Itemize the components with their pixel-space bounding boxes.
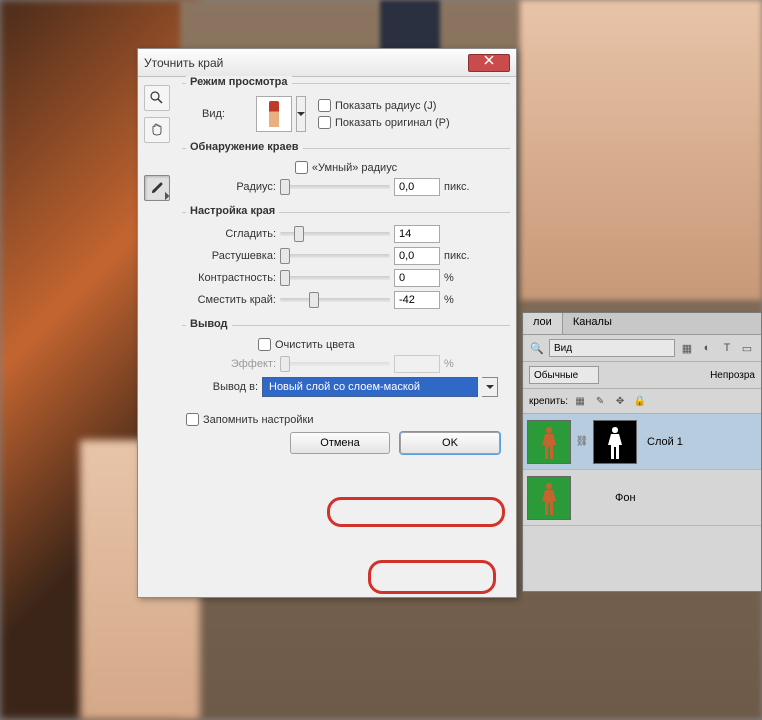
brush-icon — [149, 180, 165, 196]
chevron-down-icon — [486, 385, 494, 389]
lock-move-icon[interactable]: ✥ — [612, 393, 628, 409]
layer-name[interactable]: Слой 1 — [641, 436, 683, 448]
zoom-tool[interactable] — [144, 85, 170, 111]
checkbox-show-original[interactable] — [318, 116, 331, 129]
label-show-radius: Показать радиус (J) — [335, 100, 436, 112]
label-output-to: Вывод в: — [188, 381, 258, 393]
filter-adjust-icon[interactable]: ◐ — [699, 340, 715, 356]
input-effect — [394, 355, 440, 373]
hand-tool[interactable] — [144, 117, 170, 143]
checkbox-remember-settings[interactable] — [186, 413, 199, 426]
output-select[interactable]: Новый слой со слоем-маской — [262, 377, 478, 397]
label-effect: Эффект: — [188, 358, 276, 370]
tab-layers[interactable]: лои — [523, 313, 563, 334]
input-contrast[interactable] — [394, 269, 440, 287]
search-icon[interactable]: 🔍 — [529, 340, 545, 356]
unit-pct: % — [444, 272, 454, 284]
zoom-icon — [149, 90, 165, 106]
unit-pct-3: % — [444, 358, 454, 370]
layer-name[interactable]: Фон — [575, 492, 636, 504]
layer-row[interactable]: ⛓ Слой 1 — [523, 414, 761, 470]
filter-shape-icon[interactable]: ▭ — [739, 340, 755, 356]
checkbox-smart-radius[interactable] — [295, 161, 308, 174]
label-contrast: Контрастность: — [188, 272, 276, 284]
label-lock: крепить: — [529, 396, 568, 407]
checkbox-show-radius[interactable] — [318, 99, 331, 112]
label-decontaminate: Очистить цвета — [275, 339, 355, 351]
label-view: Вид: — [202, 108, 252, 120]
tab-channels[interactable]: Каналы — [563, 313, 622, 334]
fieldset-adjust-edge: Настройка края Сгладить: Растушевка: пик… — [182, 212, 510, 317]
layer-link-icon[interactable]: ⛓ — [575, 436, 589, 447]
dialog-main-column: Режим просмотра Вид: Показать радиус (J) — [176, 83, 510, 591]
view-preview-dropdown[interactable] — [296, 96, 306, 132]
layer-thumb-image[interactable] — [527, 476, 571, 520]
input-radius[interactable] — [394, 178, 440, 196]
close-icon — [484, 55, 494, 65]
checkbox-decontaminate[interactable] — [258, 338, 271, 351]
lock-brush-icon[interactable]: ✎ — [592, 393, 608, 409]
legend-output: Вывод — [186, 318, 232, 330]
fieldset-edge-detection: Обнаружение краев «Умный» радиус Радиус:… — [182, 148, 510, 204]
slider-radius[interactable] — [280, 180, 390, 194]
layer-list: ⛓ Слой 1 Фон — [523, 414, 761, 526]
lock-all-icon[interactable]: 🔒 — [632, 393, 648, 409]
input-feather[interactable] — [394, 247, 440, 265]
fieldset-output: Вывод Очистить цвета Эффект: % Вывод в: … — [182, 325, 510, 405]
label-remember-settings: Запомнить настройки — [203, 414, 314, 426]
label-opacity: Непрозра — [710, 370, 755, 381]
legend-edge-detection: Обнаружение краев — [186, 141, 303, 153]
label-smooth: Сгладить: — [188, 228, 276, 240]
dialog-titlebar[interactable]: Уточнить край — [138, 49, 516, 77]
legend-adjust-edge: Настройка края — [186, 205, 279, 217]
label-smart-radius: «Умный» радиус — [312, 162, 397, 174]
legend-view-mode: Режим просмотра — [186, 76, 292, 88]
label-shift-edge: Сместить край: — [188, 294, 276, 306]
panel-filter-toolbar: 🔍 Вид ▦ ◐ T ▭ — [523, 335, 761, 362]
close-button[interactable] — [468, 54, 510, 72]
figure-icon — [540, 425, 558, 461]
blend-mode-select[interactable]: Обычные — [529, 366, 599, 384]
unit-pct-2: % — [444, 294, 454, 306]
view-preview-thumb[interactable] — [256, 96, 292, 132]
unit-px-2: пикс. — [444, 250, 470, 262]
brush-tool[interactable] — [144, 175, 170, 201]
layer-thumb-mask[interactable] — [593, 420, 637, 464]
layer-row[interactable]: Фон — [523, 470, 761, 526]
slider-shift-edge[interactable] — [280, 293, 390, 307]
label-feather: Растушевка: — [188, 250, 276, 262]
cancel-button[interactable]: Отмена — [290, 432, 390, 454]
input-smooth[interactable] — [394, 225, 440, 243]
filter-select[interactable]: Вид — [549, 339, 675, 357]
chevron-down-icon — [297, 112, 305, 116]
refine-edge-dialog: Уточнить край Режим просмотра Вид: — [137, 48, 517, 598]
lock-pixels-icon[interactable]: ▦ — [572, 393, 588, 409]
dialog-title: Уточнить край — [144, 56, 468, 70]
panel-lock-toolbar: крепить: ▦ ✎ ✥ 🔒 — [523, 389, 761, 414]
mask-figure-icon — [606, 425, 624, 461]
unit-px: пикс. — [444, 181, 470, 193]
output-select-dropdown[interactable] — [482, 377, 498, 397]
slider-effect — [280, 357, 390, 371]
slider-contrast[interactable] — [280, 271, 390, 285]
label-show-original: Показать оригинал (P) — [335, 117, 450, 129]
tool-column — [144, 83, 176, 591]
layer-thumb-image[interactable] — [527, 420, 571, 464]
panel-blend-toolbar: Обычные Непрозра — [523, 362, 761, 389]
panel-tabs: лои Каналы — [523, 313, 761, 335]
figure-icon — [540, 481, 558, 517]
label-radius: Радиус: — [188, 181, 276, 193]
layers-panel: лои Каналы 🔍 Вид ▦ ◐ T ▭ Обычные Непрозр… — [522, 312, 762, 592]
input-shift-edge[interactable] — [394, 291, 440, 309]
filter-image-icon[interactable]: ▦ — [679, 340, 695, 356]
slider-feather[interactable] — [280, 249, 390, 263]
ok-button[interactable]: OK — [400, 432, 500, 454]
fieldset-view-mode: Режим просмотра Вид: Показать радиус (J) — [182, 83, 510, 140]
filter-type-icon[interactable]: T — [719, 340, 735, 356]
hand-icon — [149, 122, 165, 138]
slider-smooth[interactable] — [280, 227, 390, 241]
